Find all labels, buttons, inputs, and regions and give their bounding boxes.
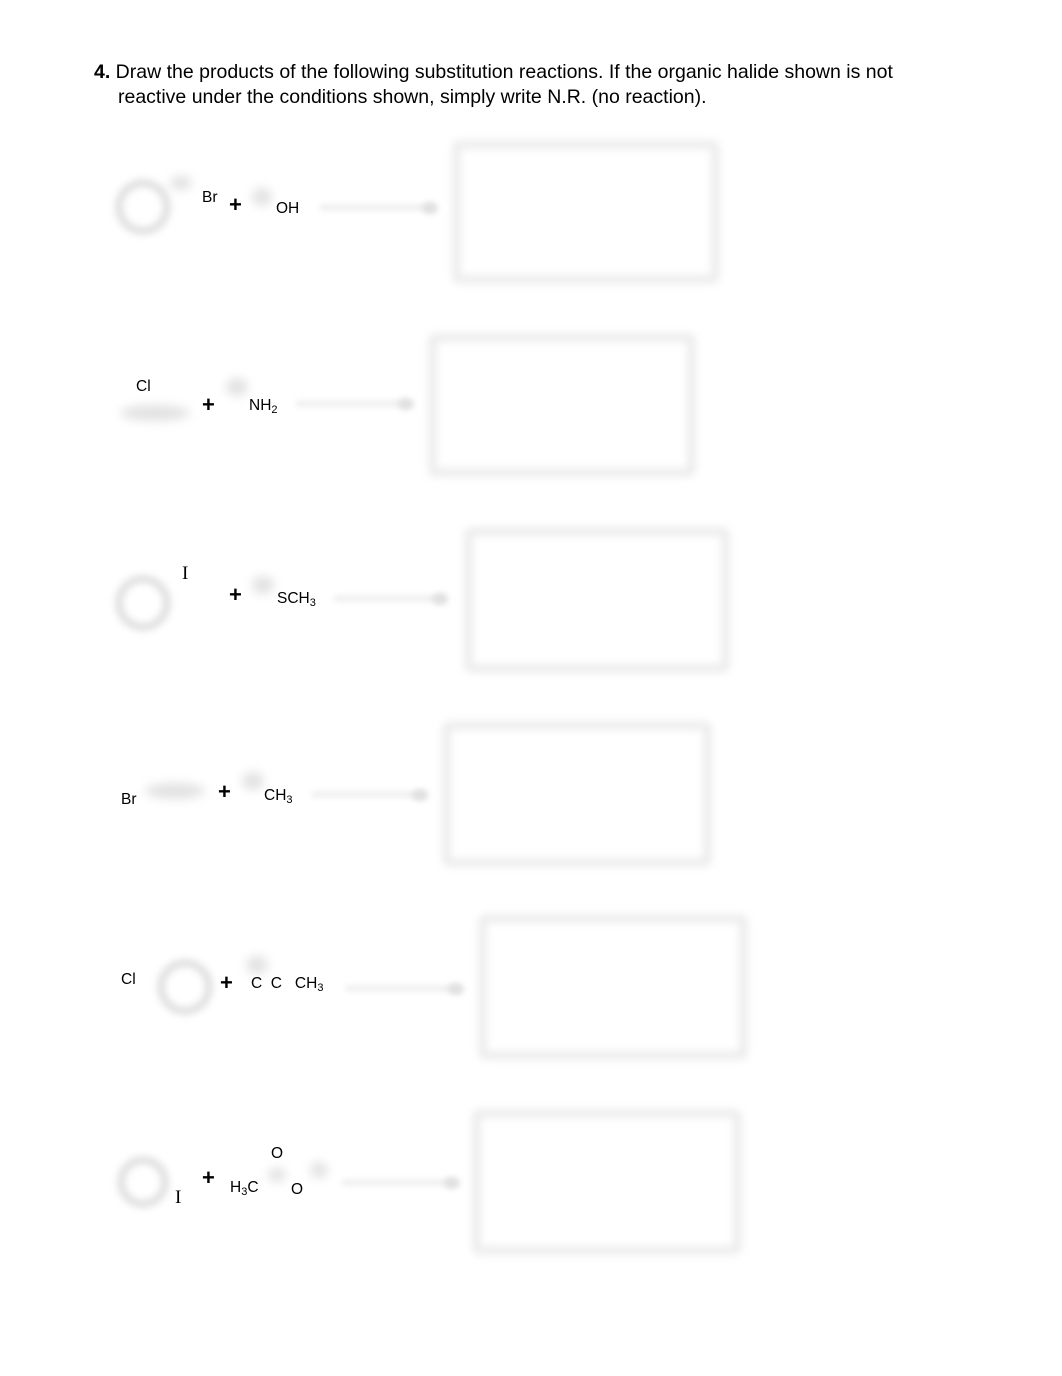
cyclohexane-ring-structure	[158, 960, 212, 1014]
arrowhead	[432, 593, 448, 605]
nucleophile-label: NH2	[249, 397, 278, 416]
nucleophile-charge-structure	[242, 772, 264, 790]
nucleophile-label: SCH3	[277, 590, 316, 609]
answer-box[interactable]	[442, 721, 712, 867]
bond-structure	[170, 176, 192, 190]
oxygen-charge-structure	[310, 1162, 328, 1178]
cyclohexane-ring-structure	[116, 180, 170, 234]
ester-oxygen-label: O	[291, 1181, 304, 1198]
nucleophile-label: C C CH3	[251, 975, 324, 994]
nucleophile-charge-structure	[226, 378, 248, 396]
plus-sign: +	[202, 392, 215, 417]
halide-label: I	[182, 563, 189, 584]
nucleophile-label: OH	[276, 200, 300, 217]
nucleophile-label: H3C	[230, 1179, 259, 1198]
alkyl-chain-structure	[145, 783, 205, 799]
arrowhead	[444, 1177, 460, 1189]
reaction-arrow	[296, 401, 408, 406]
arrowhead	[448, 983, 464, 995]
cyclohexane-ring-structure	[116, 576, 170, 630]
halide-label: Cl	[121, 971, 136, 988]
question-line-2: reactive under the conditions shown, sim…	[118, 86, 707, 108]
reaction-arrow	[320, 205, 432, 210]
halide-label: I	[175, 1187, 182, 1208]
plus-sign: +	[229, 582, 242, 607]
nucleophile-label: CH3	[264, 787, 293, 806]
halide-label: Br	[121, 791, 137, 808]
halide-label: Br	[202, 189, 218, 206]
halide-label: Cl	[136, 378, 151, 395]
answer-box[interactable]	[428, 333, 696, 477]
reaction-arrow	[334, 596, 444, 601]
nucleophile-charge-structure	[246, 956, 268, 974]
cyclopentane-ring-structure	[118, 1157, 168, 1207]
nucleophile-charge-structure	[252, 576, 274, 594]
plus-sign: +	[202, 1165, 215, 1190]
plus-sign: +	[218, 779, 231, 804]
reaction-arrow	[342, 1180, 454, 1185]
nucleophile-charge-structure	[252, 188, 272, 206]
answer-box[interactable]	[478, 914, 748, 1060]
answer-box[interactable]	[452, 140, 720, 284]
plus-sign: +	[229, 192, 242, 217]
question-number: 4.	[94, 61, 111, 83]
carbonyl-carbon-structure	[268, 1168, 286, 1182]
question-text: 4. Draw the products of the following su…	[94, 60, 994, 110]
question-line-1: Draw the products of the following subst…	[110, 61, 893, 83]
arrowhead	[422, 202, 438, 214]
arrowhead	[398, 398, 414, 410]
reaction-arrow	[346, 986, 458, 991]
plus-sign: +	[220, 970, 233, 995]
alkyl-chain-structure	[120, 405, 190, 421]
answer-box[interactable]	[472, 1109, 742, 1255]
carbonyl-oxygen-label: O	[271, 1145, 284, 1162]
answer-box[interactable]	[464, 527, 730, 673]
arrowhead	[412, 789, 428, 801]
reaction-arrow	[312, 792, 424, 797]
